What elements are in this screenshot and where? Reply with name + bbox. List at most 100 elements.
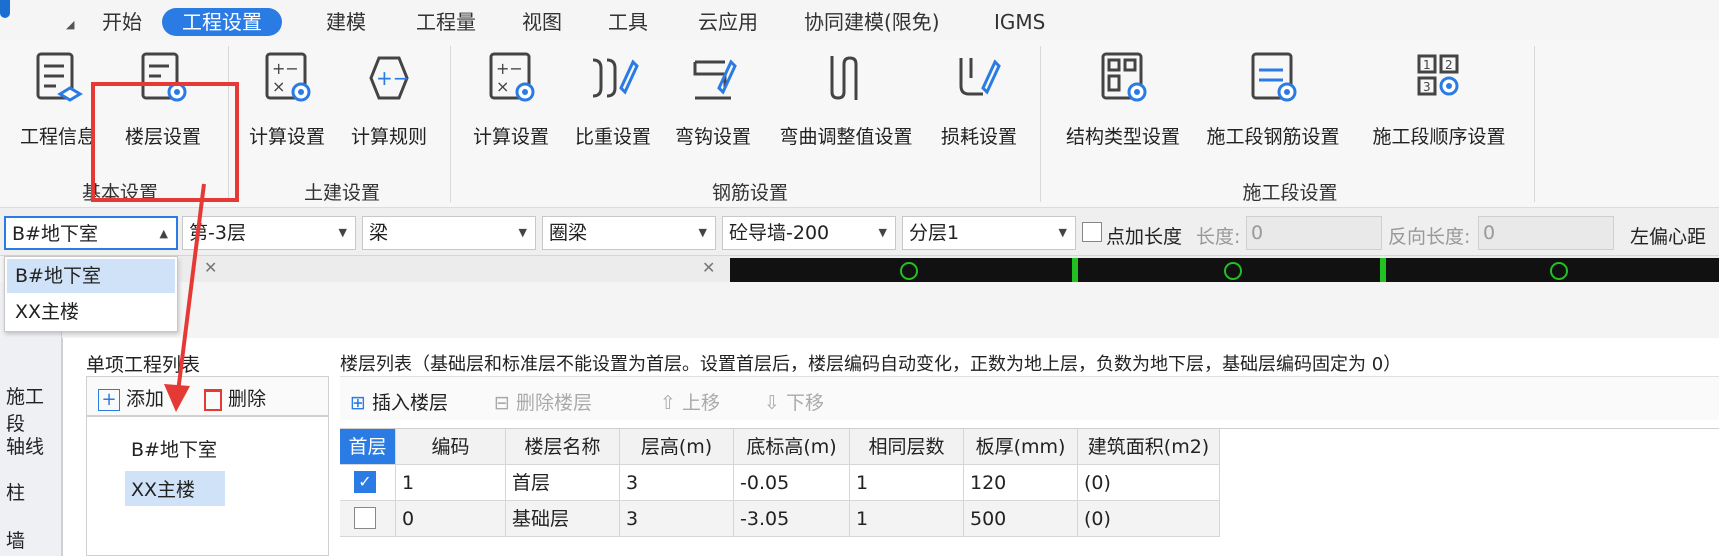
unit-list: B#地下室 XX主楼 (86, 416, 329, 556)
menu-tab-view[interactable]: 视图 (516, 8, 568, 36)
axis-marker (1550, 262, 1568, 280)
add-unit-label: 添加 (126, 388, 165, 410)
menu-tab-cloud[interactable]: 云应用 (692, 8, 764, 36)
table-cell[interactable]: 3 (620, 501, 734, 537)
insert-floor-icon: ⊞ (350, 392, 366, 414)
density-settings-button[interactable]: 比重设置 (568, 48, 658, 149)
dropdown-option-main[interactable]: XX主楼 (7, 295, 175, 329)
density-settings-label: 比重设置 (574, 126, 651, 148)
table-row-first-cell[interactable] (340, 501, 396, 537)
civil-calc-settings-button[interactable]: +− × 计算设置 (242, 48, 332, 149)
table-cell[interactable]: 1 (850, 501, 964, 537)
menu-tab-tools[interactable]: 工具 (602, 8, 654, 36)
civil-calc-settings-label: 计算设置 (248, 126, 325, 148)
segment-order-button[interactable]: 123 施工段顺序设置 (1364, 48, 1514, 149)
svg-text:+−: +− (496, 59, 523, 78)
delete-unit-button[interactable]: 删除 (204, 384, 266, 411)
segment-rebar-label: 施工段钢筋设置 (1206, 126, 1340, 148)
col-header-code: 编码 (396, 429, 506, 465)
bend-adjust-icon (830, 56, 858, 100)
col-header-height: 层高(m) (620, 429, 734, 465)
segment-rebar-icon (1251, 52, 1297, 102)
chevron-down-icon: ▼ (1058, 226, 1067, 239)
checkbox-checked[interactable]: ✓ (354, 471, 376, 493)
col-header-first: 首层 (340, 429, 396, 465)
table-cell[interactable]: -3.05 (734, 501, 850, 537)
quick-access-caret-icon[interactable]: ◢ (66, 18, 74, 31)
insert-floor-label: 插入楼层 (371, 392, 448, 414)
hook-settings-label: 弯钩设置 (674, 126, 751, 148)
table-cell[interactable]: 1 (850, 465, 964, 501)
menu-tab-igms[interactable]: IGMS (988, 8, 1051, 36)
sidebar-item-column[interactable]: 柱 (6, 478, 25, 505)
rebar-calc-settings-button[interactable]: +− × 计算设置 (466, 48, 556, 149)
svg-text:+−: +− (376, 66, 410, 90)
project-info-button[interactable]: 工程信息 (18, 48, 98, 149)
add-length-checkbox[interactable] (1082, 222, 1102, 246)
table-cell[interactable]: -0.05 (734, 465, 850, 501)
project-info-icon (36, 52, 83, 102)
loss-settings-button[interactable]: 损耗设置 (934, 48, 1024, 149)
move-down-button[interactable]: ⇩ 下移 (764, 388, 824, 415)
calc-rules-label: 计算规则 (350, 126, 427, 148)
add-unit-button[interactable]: + 添加 (98, 384, 164, 411)
segment-rebar-button[interactable]: 施工段钢筋设置 (1198, 48, 1348, 149)
group-separator (1534, 46, 1535, 202)
table-cell[interactable]: 1 (396, 465, 506, 501)
length-input[interactable]: 0 (1246, 216, 1382, 250)
menu-tab-project-settings[interactable]: 工程设置 (162, 8, 282, 36)
component-select[interactable]: 砼导墙-200 ▼ (722, 216, 896, 250)
checkbox-unchecked[interactable] (354, 507, 376, 529)
delete-unit-label: 删除 (228, 388, 267, 410)
delete-floor-button[interactable]: ⊟ 删除楼层 (494, 388, 592, 415)
menu-tab-modeling[interactable]: 建模 (320, 8, 372, 36)
hook-settings-button[interactable]: 弯钩设置 (668, 48, 758, 149)
axis-line (1072, 258, 1078, 282)
segment-order-label: 施工段顺序设置 (1372, 126, 1506, 148)
type-select[interactable]: 梁 ▼ (362, 216, 536, 250)
table-cell[interactable]: 基础层 (506, 501, 620, 537)
bend-adjust-button[interactable]: 弯曲调整值设置 (766, 48, 926, 149)
project-info-label: 工程信息 (19, 126, 96, 148)
bend-adjust-label: 弯曲调整值设置 (779, 126, 913, 148)
calc-settings-icon: +−× (265, 52, 311, 102)
move-up-button[interactable]: ⇧ 上移 (660, 388, 720, 415)
unit-item-basement[interactable]: B#地下室 (125, 431, 223, 466)
menu-tab-start[interactable]: 开始 (96, 8, 148, 36)
table-row-first-cell[interactable]: ✓ (340, 465, 396, 501)
close-icon[interactable]: ✕ (702, 258, 715, 277)
table-cell[interactable]: 首层 (506, 465, 620, 501)
layer-select[interactable]: 分层1 ▼ (902, 216, 1076, 250)
axis-marker (1224, 262, 1242, 280)
left-offset-label: 左偏心距 (1630, 226, 1707, 248)
insert-floor-button[interactable]: ⊞ 插入楼层 (350, 388, 448, 415)
unit-select[interactable]: B#地下室 ▲ (4, 216, 178, 250)
move-down-label: 下移 (785, 392, 824, 414)
sidebar-item-axis[interactable]: 轴线 (6, 432, 44, 459)
table-cell[interactable]: 120 (964, 465, 1078, 501)
col-header-slab: 板厚(mm) (964, 429, 1078, 465)
floor-select[interactable]: 第-3层 ▼ (182, 216, 356, 250)
calc-rules-button[interactable]: +− 计算规则 (344, 48, 434, 149)
highlight-box (91, 82, 239, 202)
table-cell[interactable]: 3 (620, 465, 734, 501)
sidebar-item-segment[interactable]: 施工段 (6, 382, 61, 436)
add-length-label: 点加长度 (1106, 226, 1183, 248)
unit-item-main[interactable]: XX主楼 (125, 471, 225, 506)
menu-tab-collab[interactable]: 协同建模(限免) (798, 8, 946, 36)
close-icon[interactable]: ✕ (204, 258, 217, 277)
chevron-up-icon: ▲ (159, 227, 168, 240)
svg-text:×: × (272, 77, 285, 96)
dropdown-option-basement[interactable]: B#地下室 (7, 259, 175, 293)
structure-type-button[interactable]: 结构类型设置 (1058, 48, 1188, 149)
group-label-rebar: 钢筋设置 (711, 182, 788, 204)
reverse-length-input[interactable]: 0 (1478, 216, 1614, 250)
floor-list-title: 楼层列表（基础层和标准层不能设置为首层。设置首层后，楼层编码自动变化，正数为地上… (340, 354, 1402, 375)
loss-settings-label: 损耗设置 (940, 126, 1017, 148)
table-cell[interactable]: 0 (396, 501, 506, 537)
subtype-select[interactable]: 圈梁 ▼ (542, 216, 716, 250)
table-cell: (0) (1078, 501, 1220, 537)
sidebar-item-wall[interactable]: 墙 (6, 526, 25, 553)
menu-tab-quantity[interactable]: 工程量 (410, 8, 482, 36)
table-cell[interactable]: 500 (964, 501, 1078, 537)
